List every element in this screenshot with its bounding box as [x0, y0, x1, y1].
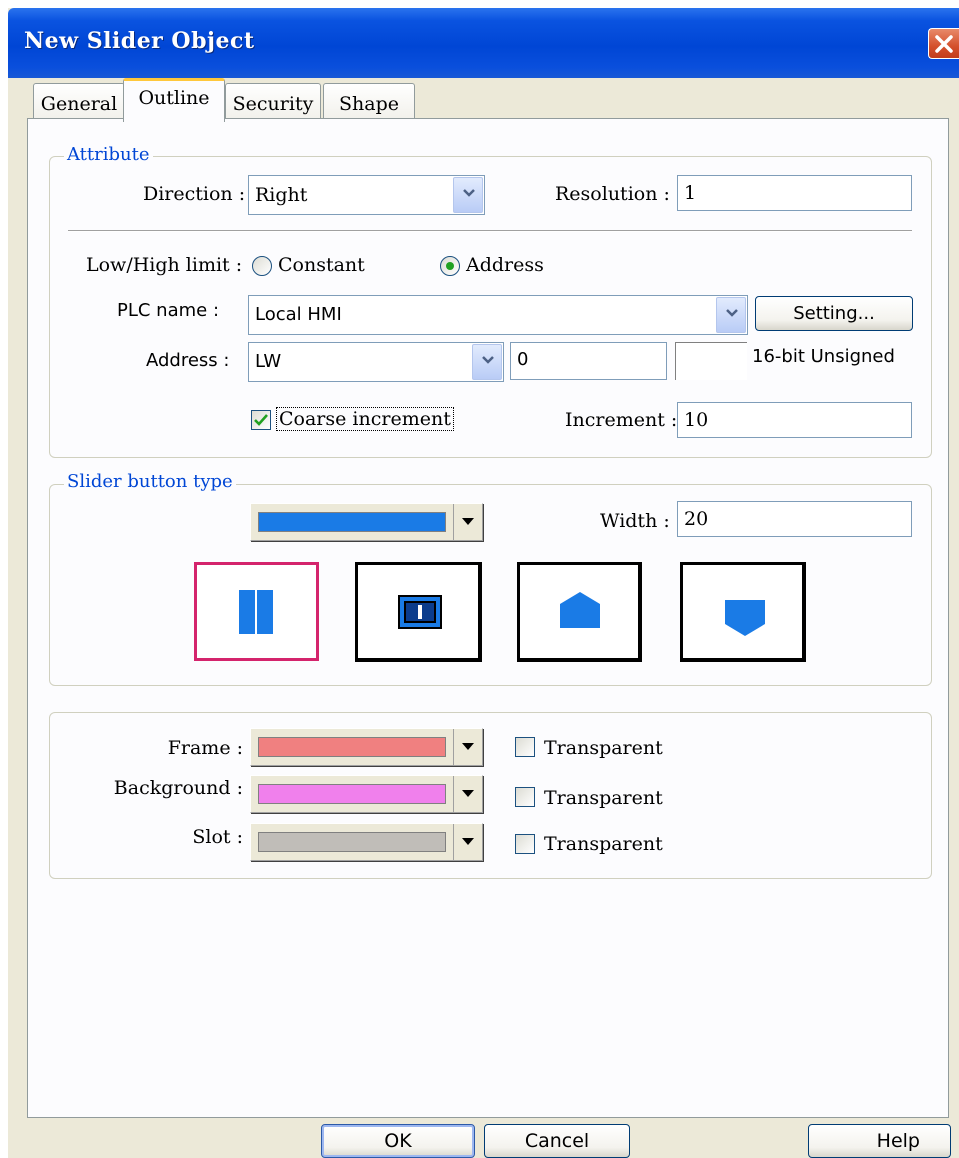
slider-color-swatch	[258, 512, 446, 532]
frame-label: Frame :	[167, 737, 243, 759]
increment-label: Increment :	[565, 409, 678, 431]
address-extra-field	[675, 342, 747, 380]
address-option-label[interactable]: Address	[466, 254, 544, 276]
setting-button-label: Setting...	[793, 303, 875, 324]
frame-transparent-label[interactable]: Transparent	[544, 737, 663, 759]
triangle-down-icon	[462, 838, 474, 845]
triangle-down-icon	[462, 743, 474, 750]
attribute-divider	[68, 230, 912, 232]
limit-label: Low/High limit :	[86, 254, 243, 276]
chevron-down-icon	[482, 356, 494, 364]
framed-bar-icon	[398, 595, 442, 629]
frame-transparent-checkbox[interactable]	[515, 737, 535, 757]
checkmark-icon	[254, 414, 268, 426]
pentagon-down-icon	[725, 600, 765, 636]
frame-color-swatch	[258, 737, 446, 757]
address-radio[interactable]	[440, 256, 460, 276]
shape-option-split-bar[interactable]	[194, 562, 319, 661]
address-dropdown-button[interactable]	[472, 344, 502, 380]
split-bar-icon	[239, 590, 273, 634]
triangle-down-icon	[462, 518, 474, 525]
direction-select[interactable]: Right	[248, 175, 485, 215]
frame-color-dropdown[interactable]	[453, 729, 482, 765]
direction-label: Direction :	[143, 183, 246, 205]
plc-dropdown-button[interactable]	[716, 297, 746, 333]
background-transparent-checkbox[interactable]	[515, 787, 535, 807]
background-color-dropdown[interactable]	[453, 776, 482, 812]
slider-color-select[interactable]	[250, 503, 483, 541]
shape-option-pentagon-down[interactable]	[680, 562, 806, 662]
attribute-legend: Attribute	[64, 144, 153, 165]
pentagon-up-icon	[560, 592, 600, 628]
direction-dropdown-button[interactable]	[453, 177, 483, 213]
resolution-label: Resolution :	[555, 183, 670, 205]
background-label: Background :	[113, 777, 243, 799]
slot-color-dropdown[interactable]	[453, 824, 482, 860]
shape-option-pentagon-up[interactable]	[517, 562, 642, 662]
address-value-input[interactable]: 0	[510, 342, 667, 380]
triangle-down-icon	[462, 790, 474, 797]
slot-transparent-label[interactable]: Transparent	[544, 833, 663, 855]
resolution-input[interactable]: 1	[677, 175, 912, 211]
slot-color-select[interactable]	[250, 823, 483, 861]
increment-input[interactable]: 10	[677, 402, 912, 438]
plc-name-label: PLC name :	[117, 300, 220, 321]
address-label: Address :	[146, 350, 230, 371]
chevron-down-icon	[463, 189, 475, 197]
constant-radio[interactable]	[252, 256, 272, 276]
slider-button-legend: Slider button type	[64, 471, 236, 492]
data-format-label: 16-bit Unsigned	[752, 346, 895, 367]
constant-label[interactable]: Constant	[278, 254, 365, 276]
coarse-increment-checkbox[interactable]	[251, 410, 271, 430]
address-device-value: LW	[255, 351, 282, 372]
background-transparent-label[interactable]: Transparent	[544, 787, 663, 809]
plc-name-value: Local HMI	[255, 304, 342, 325]
setting-button[interactable]: Setting...	[755, 296, 913, 331]
coarse-increment-label[interactable]: Coarse increment	[276, 407, 454, 431]
direction-value: Right	[255, 184, 308, 206]
plc-name-select[interactable]: Local HMI	[248, 295, 748, 335]
background-color-select[interactable]	[250, 775, 483, 813]
slot-transparent-checkbox[interactable]	[515, 834, 535, 854]
width-input[interactable]: 20	[677, 501, 912, 537]
slot-label: Slot :	[192, 826, 243, 848]
slot-color-swatch	[258, 832, 446, 852]
shape-option-framed-bar[interactable]	[355, 562, 482, 662]
slider-color-dropdown[interactable]	[453, 504, 482, 540]
chevron-down-icon	[726, 309, 738, 317]
width-label: Width :	[600, 510, 670, 532]
address-device-select[interactable]: LW	[248, 342, 504, 382]
frame-color-select[interactable]	[250, 728, 483, 766]
background-color-swatch	[258, 784, 446, 804]
